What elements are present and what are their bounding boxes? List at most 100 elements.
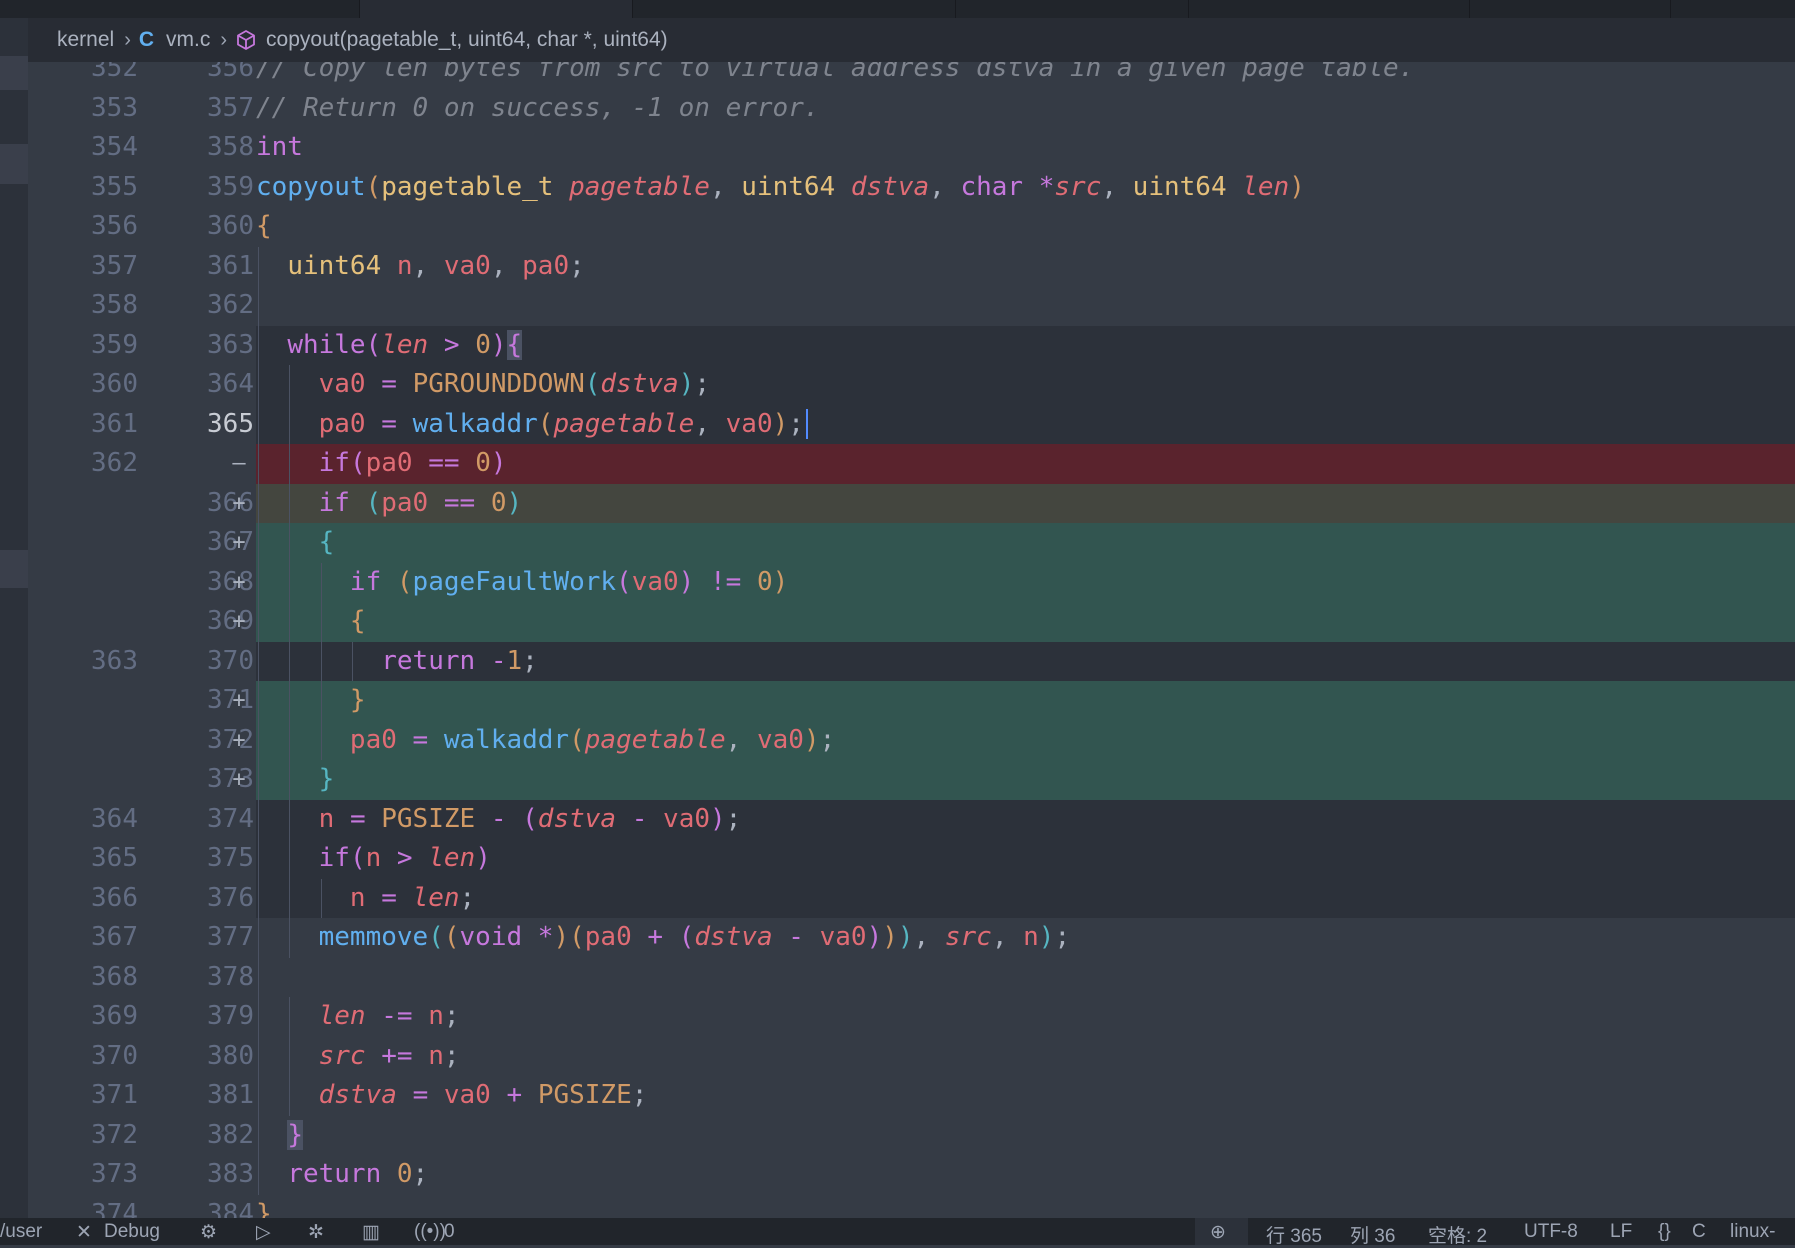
code-line[interactable]: 365 375 if(n > len) — [28, 839, 1795, 879]
code-line[interactable]: 368 378 — [28, 957, 1795, 997]
code-text[interactable]: } — [256, 760, 1795, 800]
status-column[interactable]: 列 36 — [1350, 1221, 1395, 1248]
code-text[interactable]: len -= n; — [256, 997, 1795, 1037]
code-line[interactable]: 367 377 memmove((void *)(pa0 + (dstva - v… — [28, 918, 1795, 958]
code-text[interactable]: } — [256, 1195, 1795, 1219]
breadcrumb-file[interactable]: vm.c — [166, 28, 210, 52]
code-line[interactable]: 362 — if(pa0 == 0) — [28, 444, 1795, 484]
run-icon[interactable]: ▷ — [256, 1221, 271, 1244]
code-text[interactable]: } — [256, 681, 1795, 721]
code-token: len — [381, 329, 429, 360]
code-line[interactable]: 368 + if (pageFaultWork(va0) != 0) — [28, 562, 1795, 602]
code-line[interactable]: 371 + } — [28, 681, 1795, 721]
side-panel-marker[interactable] — [0, 144, 28, 184]
code-line[interactable]: 367 + { — [28, 523, 1795, 563]
code-text[interactable]: while(len > 0){ — [256, 325, 1795, 365]
status-config[interactable]: linux- — [1730, 1221, 1775, 1243]
code-text[interactable] — [256, 957, 1795, 997]
code-editor[interactable]: 352 356 // Copy len bytes from src to virt… — [28, 62, 1795, 1218]
code-line[interactable]: 360 364 va0 = PGROUNDDOWN(dstva); — [28, 365, 1795, 405]
code-text[interactable]: if(n > len) — [256, 839, 1795, 879]
code-text[interactable]: if(pa0 == 0) — [256, 444, 1795, 484]
code-token: pa0 — [381, 487, 429, 518]
editor-tab[interactable] — [145, 0, 360, 18]
breadcrumb-symbol[interactable]: copyout(pagetable_t, uint64, char *, uin… — [266, 28, 668, 52]
code-text[interactable]: copyout(pagetable_t pagetable, uint64 ds… — [256, 168, 1795, 208]
code-line[interactable]: 364 374 n = PGSIZE - (dstva - va0); — [28, 799, 1795, 839]
zoom-icon[interactable]: ⊕ — [1210, 1221, 1226, 1244]
side-panel-marker[interactable] — [0, 550, 28, 588]
code-line[interactable]: 356 360{ — [28, 207, 1795, 247]
code-token: ( — [678, 922, 695, 952]
removed-line-icon: — — [232, 451, 246, 476]
editor-tab[interactable] — [1470, 0, 1671, 18]
code-line[interactable]: 366 + if (pa0 == 0) — [28, 483, 1795, 523]
status-ports[interactable]: 0 — [444, 1221, 455, 1243]
code-line[interactable]: 374 384} — [28, 1195, 1795, 1219]
code-text[interactable]: dstva = va0 + PGSIZE; — [256, 1076, 1795, 1116]
code-text[interactable]: // Copy len bytes from src to virtual ad… — [256, 62, 1795, 89]
code-line[interactable]: 370 380 src += n; — [28, 1036, 1795, 1076]
indent-guide — [258, 720, 259, 760]
code-text[interactable]: if (pa0 == 0) — [256, 483, 1795, 523]
code-line[interactable]: 361 365 pa0 = walkaddr(pagetable, va0); — [28, 404, 1795, 444]
trash-icon[interactable]: ▥ — [362, 1221, 380, 1244]
code-text[interactable]: return -1; — [256, 641, 1795, 681]
code-line[interactable]: 354 358 int — [28, 128, 1795, 168]
code-line[interactable]: 372 + pa0 = walkaddr(pagetable, va0); — [28, 720, 1795, 760]
status-encoding[interactable]: UTF-8 — [1524, 1221, 1578, 1243]
status-indent[interactable]: 空格: 2 — [1428, 1221, 1487, 1248]
code-text[interactable]: memmove((void *)(pa0 + (dstva - va0))), … — [256, 918, 1795, 958]
code-text[interactable]: { — [256, 207, 1795, 247]
editor-tab[interactable] — [633, 0, 956, 18]
code-text[interactable]: } — [256, 1115, 1795, 1155]
status-debug[interactable]: Debug — [104, 1221, 160, 1243]
code-line[interactable]: 359 363 while(len > 0){ — [28, 325, 1795, 365]
bug-icon[interactable]: ✲ — [308, 1221, 324, 1244]
code-line[interactable]: 353 357// Return 0 on success, -1 on erro… — [28, 89, 1795, 129]
code-text[interactable]: { — [256, 523, 1795, 563]
code-text[interactable]: uint64 n, va0, pa0; — [256, 246, 1795, 286]
code-line[interactable]: 363 370 return -1; — [28, 641, 1795, 681]
code-line[interactable]: 372 382 } — [28, 1115, 1795, 1155]
status-language[interactable]: C — [1692, 1221, 1706, 1243]
code-line[interactable]: 358 362 — [28, 286, 1795, 326]
code-text[interactable]: if (pageFaultWork(va0) != 0) — [256, 562, 1795, 602]
code-token: PGSIZE — [537, 1080, 632, 1110]
code-text[interactable]: { — [256, 602, 1795, 642]
editor-tab[interactable] — [956, 0, 1189, 18]
code-line[interactable]: 371 381 dstva = va0 + PGSIZE; — [28, 1076, 1795, 1116]
code-line[interactable]: 357 361 uint64 n, va0, pa0; — [28, 246, 1795, 286]
code-line[interactable]: 369 379 len -= n; — [28, 997, 1795, 1037]
status-folder[interactable]: /user — [0, 1221, 42, 1243]
side-panel-marker[interactable] — [0, 56, 28, 90]
code-line[interactable]: 373 383 return 0; — [28, 1155, 1795, 1195]
code-line[interactable]: 355 359 copyout(pagetable_t pagetable, uin… — [28, 168, 1795, 208]
code-line[interactable]: 352 356// Copy len bytes from src to virt… — [28, 62, 1795, 89]
code-text[interactable]: // Return 0 on success, -1 on error. — [256, 89, 1795, 129]
status-line[interactable]: 行 365 — [1266, 1221, 1322, 1248]
code-text[interactable]: src += n; — [256, 1036, 1795, 1076]
code-line[interactable]: 369 + { — [28, 602, 1795, 642]
editor-tab-active[interactable] — [360, 0, 633, 20]
breadcrumb-folder[interactable]: kernel — [57, 28, 114, 52]
status-eol[interactable]: LF — [1610, 1221, 1632, 1243]
settings-gear-icon[interactable]: ⚙ — [200, 1221, 217, 1244]
code-text[interactable] — [256, 286, 1795, 326]
code-text[interactable]: va0 = PGROUNDDOWN(dstva); — [256, 365, 1795, 405]
code-text[interactable]: int — [256, 128, 1795, 168]
code-text[interactable]: n = PGSIZE - (dstva - va0); — [256, 799, 1795, 839]
code-text[interactable]: pa0 = walkaddr(pagetable, va0); — [256, 720, 1795, 760]
editor-tab[interactable] — [1189, 0, 1470, 18]
code-line[interactable]: 366 376 n = len; — [28, 878, 1795, 918]
code-text[interactable]: return 0; — [256, 1155, 1795, 1195]
code-line[interactable]: 373 + } — [28, 760, 1795, 800]
code-text[interactable]: n = len; — [256, 878, 1795, 918]
code-text[interactable]: pa0 = walkaddr(pagetable, va0); — [256, 404, 1795, 444]
indent-guide — [258, 839, 259, 879]
